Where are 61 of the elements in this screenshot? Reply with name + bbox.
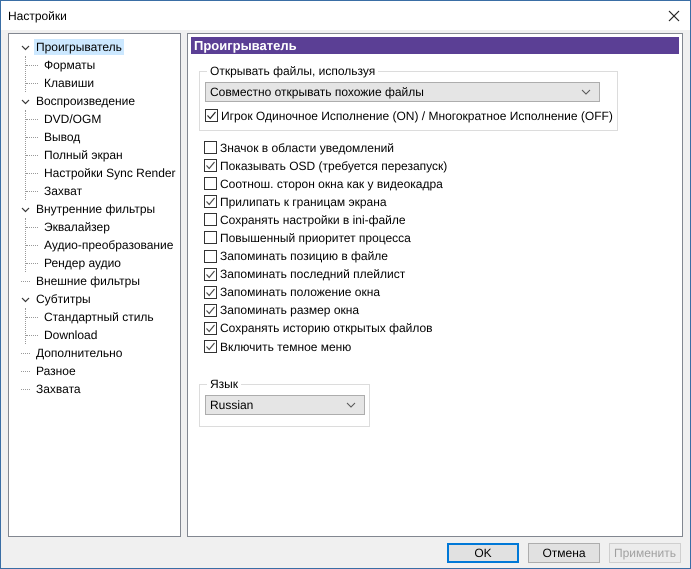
checkbox[interactable]	[204, 141, 217, 154]
tree-item[interactable]: Клавиши	[42, 75, 96, 91]
tree-item[interactable]: Download	[42, 327, 100, 343]
tree-item[interactable]: Форматы	[42, 57, 98, 73]
dropdown[interactable]: Совместно открывать похожие файлы	[205, 82, 600, 102]
checkbox-label: Игрок Одиночное Исполнение (ON) / Многократное Исполнение (OFF)	[221, 108, 613, 122]
tree-item[interactable]: DVD/OGM	[42, 111, 104, 127]
checkbox-label: Включить темное меню	[220, 340, 352, 354]
checkbox-label: Запоминать размер окна	[220, 303, 360, 318]
checkbox[interactable]	[204, 250, 217, 263]
checkbox[interactable]	[204, 286, 217, 299]
language-dropdown[interactable]: Russian	[205, 395, 365, 416]
tree-item[interactable]: Стандартный стиль	[42, 309, 156, 325]
chevron-icon	[581, 89, 591, 95]
group-legend: Язык	[207, 377, 242, 392]
window-title: Настройки	[8, 8, 67, 22]
tree-item[interactable]: Внутренние фильтры	[34, 201, 158, 217]
checkbox-label: Запоминать последний плейлист	[220, 267, 406, 282]
tree-item[interactable]: Захват	[42, 183, 84, 199]
tree-item[interactable]: Эквалайзер	[42, 219, 112, 235]
tree-item[interactable]: Вывод	[42, 129, 82, 145]
tree-item[interactable]: Разное	[34, 363, 78, 379]
tree-item[interactable]: Аудио-преобразование	[42, 237, 176, 253]
checkbox-label: Повышенный приоритет процесса	[220, 230, 411, 245]
tree-item[interactable]: Полный экран	[42, 147, 125, 163]
checkbox[interactable]	[205, 109, 218, 122]
group-legend: Открывать файлы, используя	[207, 64, 378, 78]
chevron-icon[interactable]	[21, 96, 30, 106]
checkbox-label: Значок в области уведомлений	[220, 140, 394, 154]
checkbox[interactable]	[204, 304, 217, 317]
checkbox-label: Показывать OSD (требуется перезапуск)	[220, 158, 448, 173]
checkbox-label: Запоминать позицию в файле	[220, 249, 388, 264]
tree-item[interactable]: Внешние фильтры	[34, 273, 142, 289]
checkbox-label: Запоминать положение окна	[220, 285, 380, 300]
checkbox[interactable]	[204, 177, 217, 190]
tree-item[interactable]: Захвата	[34, 381, 83, 397]
tree-item[interactable]: Настройки Sync Render	[42, 165, 178, 181]
tree-item[interactable]: Воспроизведение	[34, 93, 138, 109]
checkbox[interactable]	[204, 268, 217, 281]
checkbox[interactable]	[204, 195, 217, 208]
tree-item[interactable]: Проигрыватель	[34, 39, 124, 55]
chevron-icon[interactable]	[21, 294, 30, 304]
checkbox-label: Сохранять историю открытых файлов	[220, 321, 433, 336]
checkbox[interactable]	[204, 213, 217, 226]
dialog-button[interactable]: OK	[447, 542, 519, 562]
tree-item[interactable]: Рендер аудио	[42, 255, 123, 271]
checkbox[interactable]	[204, 231, 217, 244]
chevron-icon	[346, 402, 356, 408]
tree-item[interactable]: Субтитры	[34, 291, 93, 307]
checkbox-label: Сохранять настройки в ini-файле	[220, 212, 406, 227]
checkbox-label: Соотнош. сторон окна как у видеокадра	[220, 176, 443, 191]
tree-item[interactable]: Дополнительно	[34, 345, 124, 361]
panel-header: Проигрыватель	[191, 37, 679, 54]
dialog-button[interactable]: Отмена	[528, 542, 600, 562]
chevron-icon[interactable]	[21, 204, 30, 214]
close-icon[interactable]	[668, 10, 680, 22]
checkbox[interactable]	[204, 159, 217, 172]
checkbox[interactable]	[204, 322, 217, 335]
chevron-icon[interactable]	[21, 42, 30, 52]
checkbox-label: Прилипать к границам экрана	[220, 194, 386, 209]
checkbox[interactable]	[204, 340, 217, 354]
